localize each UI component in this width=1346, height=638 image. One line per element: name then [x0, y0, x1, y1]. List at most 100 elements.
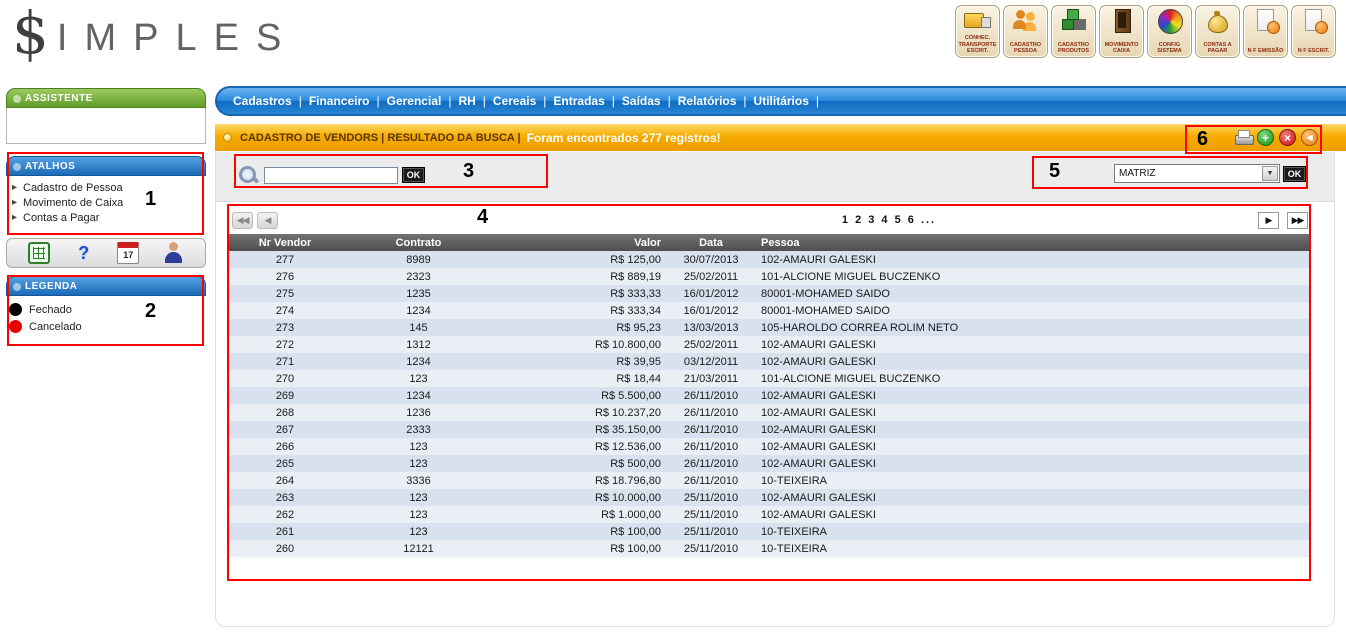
table-row[interactable]: 271 1234 R$ 39,95 03/12/2011 102-AMAURI …	[229, 353, 1311, 370]
search-input[interactable]	[264, 167, 398, 184]
document-icon	[1298, 8, 1330, 34]
toolbar-button[interactable]: MOVIMENTO CAIXA	[1099, 5, 1144, 58]
toolbar-button-label: CONFIG SISTEMA	[1148, 42, 1191, 57]
branch-select[interactable]: MATRIZ	[1114, 164, 1280, 183]
table-row[interactable]: 277 8989 R$ 125,00 30/07/2013 102-AMAURI…	[229, 251, 1311, 268]
cell-contrato: 12121	[341, 540, 496, 557]
cell-data: 26/11/2010	[661, 421, 761, 438]
toolbar-button[interactable]: N F ESCRIT.	[1291, 5, 1336, 58]
menu-item[interactable]: Financeiro	[309, 94, 387, 108]
help-icon[interactable]: ?	[72, 241, 96, 265]
print-icon[interactable]	[1235, 129, 1252, 146]
cell-pessoa: 102-AMAURI GALESKI	[761, 251, 1311, 268]
shortcut-item[interactable]: Cadastro de Pessoa	[6, 181, 206, 196]
chevron-down-icon	[1262, 166, 1278, 181]
cell-pessoa: 102-AMAURI GALESKI	[761, 387, 1311, 404]
person-icon[interactable]	[161, 241, 185, 265]
cell-valor: R$ 889,19	[496, 268, 661, 285]
toolbar-button[interactable]: CONTAS A PAGAR	[1195, 5, 1240, 58]
table-row[interactable]: 272 1312 R$ 10.800,00 25/02/2011 102-AMA…	[229, 336, 1311, 353]
menu-item[interactable]: Utilitários	[754, 94, 826, 108]
table-row[interactable]: 261 123 R$ 100,00 25/11/2010 10-TEIXEIRA	[229, 523, 1311, 540]
menu-item[interactable]: Cadastros	[233, 94, 309, 108]
toolbar-button[interactable]: CADASTRO PRODUTOS	[1051, 5, 1096, 58]
cell-nr-vendor: 273	[229, 319, 341, 336]
results-table: Nr Vendor Contrato Valor Data Pessoa 277…	[229, 234, 1311, 557]
bullet-icon	[223, 133, 232, 142]
table-row[interactable]: 268 1236 R$ 10.237,20 26/11/2010 102-AMA…	[229, 404, 1311, 421]
assistente-header: ASSISTENTE	[6, 88, 206, 108]
column-header[interactable]: Data	[661, 234, 761, 251]
cell-nr-vendor: 260	[229, 540, 341, 557]
next-page-button[interactable]: ▶	[1258, 212, 1279, 229]
shortcut-item[interactable]: Contas a Pagar	[6, 211, 206, 226]
legend-label: Fechado	[29, 304, 72, 316]
branch-ok-button[interactable]: OK	[1283, 166, 1306, 182]
toolbar-button[interactable]: N F EMISSÃO	[1243, 5, 1288, 58]
cell-data: 16/01/2012	[661, 302, 761, 319]
toolbar-button[interactable]: CONFIG SISTEMA	[1147, 5, 1192, 58]
cell-pessoa: 102-AMAURI GALESKI	[761, 455, 1311, 472]
toolbar-button-label: MOVIMENTO CAIXA	[1100, 42, 1143, 57]
table-row[interactable]: 265 123 R$ 500,00 26/11/2010 102-AMAURI …	[229, 455, 1311, 472]
table-row[interactable]: 263 123 R$ 10.000,00 25/11/2010 102-AMAU…	[229, 489, 1311, 506]
menu-item[interactable]: RH	[458, 94, 492, 108]
toolbar-button-label: CADASTRO PESSOA	[1004, 42, 1047, 57]
menu-item[interactable]: Cereais	[493, 94, 554, 108]
cell-contrato: 1234	[341, 387, 496, 404]
search-ok-button[interactable]: OK	[402, 167, 425, 183]
cell-contrato: 123	[341, 523, 496, 540]
cell-data: 25/11/2010	[661, 489, 761, 506]
toolbar-button[interactable]: CADASTRO PESSOA	[1003, 5, 1048, 58]
column-header[interactable]: Valor	[496, 234, 661, 251]
table-row[interactable]: 267 2333 R$ 35.150,00 26/11/2010 102-AMA…	[229, 421, 1311, 438]
cell-nr-vendor: 261	[229, 523, 341, 540]
cell-valor: R$ 39,95	[496, 353, 661, 370]
menu-item[interactable]: Saídas	[622, 94, 678, 108]
column-header[interactable]: Contrato	[341, 234, 496, 251]
cell-data: 25/11/2010	[661, 523, 761, 540]
calculator-icon[interactable]	[27, 241, 51, 265]
table-row[interactable]: 274 1234 R$ 333,34 16/01/2012 80001-MOHA…	[229, 302, 1311, 319]
cell-data: 25/11/2010	[661, 506, 761, 523]
shortcut-item[interactable]: Movimento de Caixa	[6, 196, 206, 211]
page-numbers[interactable]: 1 2 3 4 5 6 ...	[842, 214, 936, 226]
calendar-icon[interactable]: 17	[116, 241, 140, 265]
status-title: CADASTRO DE VENDORS | RESULTADO DA BUSCA…	[240, 132, 521, 144]
cell-nr-vendor: 275	[229, 285, 341, 302]
table-row[interactable]: 270 123 R$ 18,44 21/03/2011 101-ALCIONE …	[229, 370, 1311, 387]
atalhos-header: ATALHOS	[6, 156, 206, 176]
add-icon[interactable]: +	[1257, 129, 1274, 146]
last-page-button[interactable]: ▶▶	[1287, 212, 1308, 229]
previous-page-button[interactable]: ◀	[257, 212, 278, 229]
table-row[interactable]: 260 12121 R$ 100,00 25/11/2010 10-TEIXEI…	[229, 540, 1311, 557]
menu-item[interactable]: Relatórios	[678, 94, 754, 108]
back-icon[interactable]: ◀	[1301, 129, 1318, 146]
table-row[interactable]: 262 123 R$ 1.000,00 25/11/2010 102-AMAUR…	[229, 506, 1311, 523]
first-page-button[interactable]: ◀◀	[232, 212, 253, 229]
table-row[interactable]: 276 2323 R$ 889,19 25/02/2011 101-ALCION…	[229, 268, 1311, 285]
toolbar-button-label: CADASTRO PRODUTOS	[1052, 42, 1095, 57]
menu-item[interactable]: Entradas	[553, 94, 621, 108]
column-header[interactable]: Nr Vendor	[229, 234, 341, 251]
cell-pessoa: 80001-MOHAMED SAIDO	[761, 302, 1311, 319]
table-row[interactable]: 266 123 R$ 12.536,00 26/11/2010 102-AMAU…	[229, 438, 1311, 455]
door-icon	[1106, 8, 1138, 34]
delete-icon[interactable]: ×	[1279, 129, 1296, 146]
cell-nr-vendor: 270	[229, 370, 341, 387]
cell-pessoa: 102-AMAURI GALESKI	[761, 438, 1311, 455]
cell-data: 25/02/2011	[661, 268, 761, 285]
table-row[interactable]: 273 145 R$ 95,23 13/03/2013 105-HAROLDO …	[229, 319, 1311, 336]
table-row[interactable]: 264 3336 R$ 18.796,80 26/11/2010 10-TEIX…	[229, 472, 1311, 489]
toolbar-button[interactable]: CONHEC. TRANSPORTE ESCRIT.	[955, 5, 1000, 58]
cell-data: 21/03/2011	[661, 370, 761, 387]
cell-nr-vendor: 272	[229, 336, 341, 353]
toolbar-button-label: CONHEC. TRANSPORTE ESCRIT.	[956, 35, 999, 57]
table-row[interactable]: 275 1235 R$ 333,33 16/01/2012 80001-MOHA…	[229, 285, 1311, 302]
column-header[interactable]: Pessoa	[761, 234, 1311, 251]
toolbar-button-label: N F EMISSÃO	[1247, 48, 1285, 57]
cell-data: 26/11/2010	[661, 472, 761, 489]
menu-item[interactable]: Gerencial	[387, 94, 459, 108]
cell-contrato: 1234	[341, 302, 496, 319]
table-row[interactable]: 269 1234 R$ 5.500,00 26/11/2010 102-AMAU…	[229, 387, 1311, 404]
